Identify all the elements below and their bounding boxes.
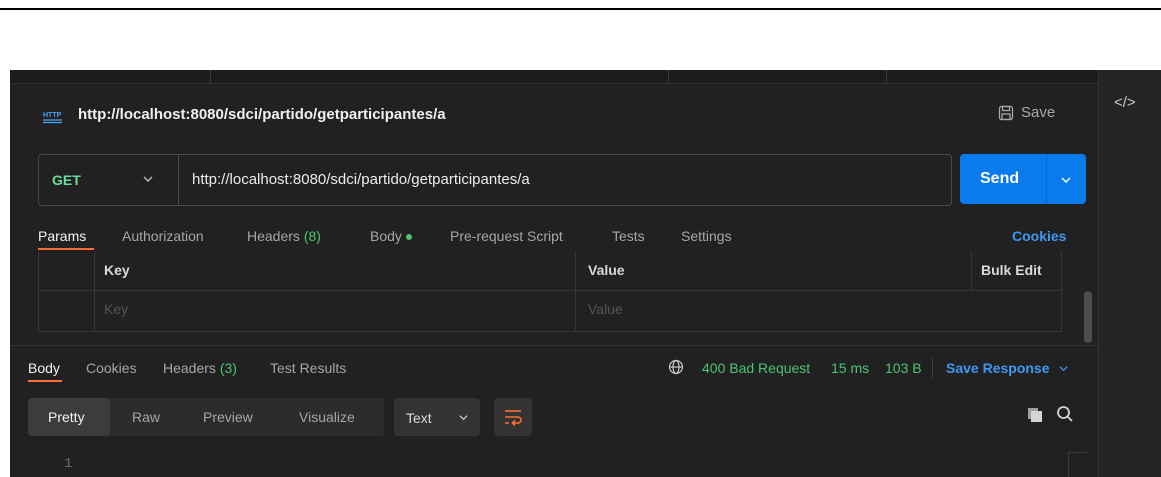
response-tab-headers[interactable]: Headers (3) [163,360,237,376]
save-response-button[interactable]: Save Response [946,360,1069,376]
right-sidebar [1098,70,1161,477]
headers-count: (8) [303,228,321,244]
response-divider [10,345,1098,346]
editor-scrollbar[interactable] [1068,452,1087,477]
http-icon: HTTP [43,112,62,124]
key-column-header: Key [104,262,130,278]
tab-body-label: Body [370,228,402,244]
code-icon[interactable]: </> [1114,94,1136,111]
tab-tests[interactable]: Tests [612,228,645,244]
tab-separator [668,70,669,83]
cookies-link[interactable]: Cookies [1012,228,1066,244]
url-input[interactable]: http://localhost:8080/sdci/partido/getpa… [192,171,530,188]
status-divider [932,358,933,378]
active-response-tab-indicator [28,380,62,382]
tab-separator [886,70,887,83]
wrap-lines-icon[interactable] [503,408,523,426]
save-button[interactable]: Save [998,104,1055,121]
tab-separator [210,70,211,83]
response-time[interactable]: 15 ms [831,360,869,376]
response-tab-body[interactable]: Body [28,360,60,376]
active-tab-indicator [38,248,94,250]
chevron-down-icon[interactable] [142,174,154,184]
status-badge[interactable]: 400 Bad Request [702,360,810,376]
line-number: 1 [64,456,73,472]
top-border-line [0,8,1161,10]
url-divider [178,155,179,205]
params-table [38,251,1062,332]
tab-headers-label: Headers [247,228,300,244]
scrollbar-thumb[interactable] [1084,291,1092,343]
table-row-divider [39,290,1061,291]
request-title: http://localhost:8080/sdci/partido/getpa… [78,106,446,123]
response-tab-cookies[interactable]: Cookies [86,360,137,376]
response-headers-count: (3) [219,360,237,376]
value-column-header: Value [588,262,625,278]
key-input[interactable]: Key [104,301,128,317]
format-label[interactable]: Text [406,410,432,426]
view-pretty[interactable]: Pretty [48,409,85,425]
bulk-edit-button[interactable]: Bulk Edit [981,262,1042,278]
postman-window: </> HTTP http://localhost:8080/sdci/part… [10,70,1161,477]
tab-authorization[interactable]: Authorization [122,228,204,244]
search-icon[interactable] [1056,405,1074,423]
view-raw[interactable]: Raw [132,409,160,425]
copy-icon[interactable] [1026,406,1044,424]
view-visualize[interactable]: Visualize [299,409,355,425]
send-divider [1046,154,1047,204]
table-column-divider [94,251,95,331]
response-size[interactable]: 103 B [885,360,922,376]
tab-pre-request-script[interactable]: Pre-request Script [450,228,563,244]
tab-params[interactable]: Params [38,228,86,244]
response-headers-label: Headers [163,360,216,376]
table-column-divider [575,251,576,331]
send-options-chevron-icon[interactable] [1060,175,1072,185]
value-input[interactable]: Value [588,301,623,317]
tab-settings[interactable]: Settings [681,228,732,244]
send-label[interactable]: Send [980,170,1019,188]
save-label: Save [1021,104,1056,121]
table-column-divider [971,251,972,291]
chevron-down-icon[interactable] [458,413,469,422]
tab-headers[interactable]: Headers (8) [247,228,321,244]
globe-icon[interactable] [668,359,684,375]
body-indicator-dot [405,234,412,241]
save-response-label: Save Response [946,360,1050,376]
save-icon [998,105,1014,120]
method-select[interactable]: GET [52,172,81,188]
svg-text:HTTP: HTTP [43,112,62,119]
chevron-down-icon [1059,366,1068,372]
tab-body[interactable]: Body [370,228,412,244]
view-preview[interactable]: Preview [203,409,253,425]
response-tab-test-results[interactable]: Test Results [270,360,346,376]
top-tab-strip [10,70,1098,84]
